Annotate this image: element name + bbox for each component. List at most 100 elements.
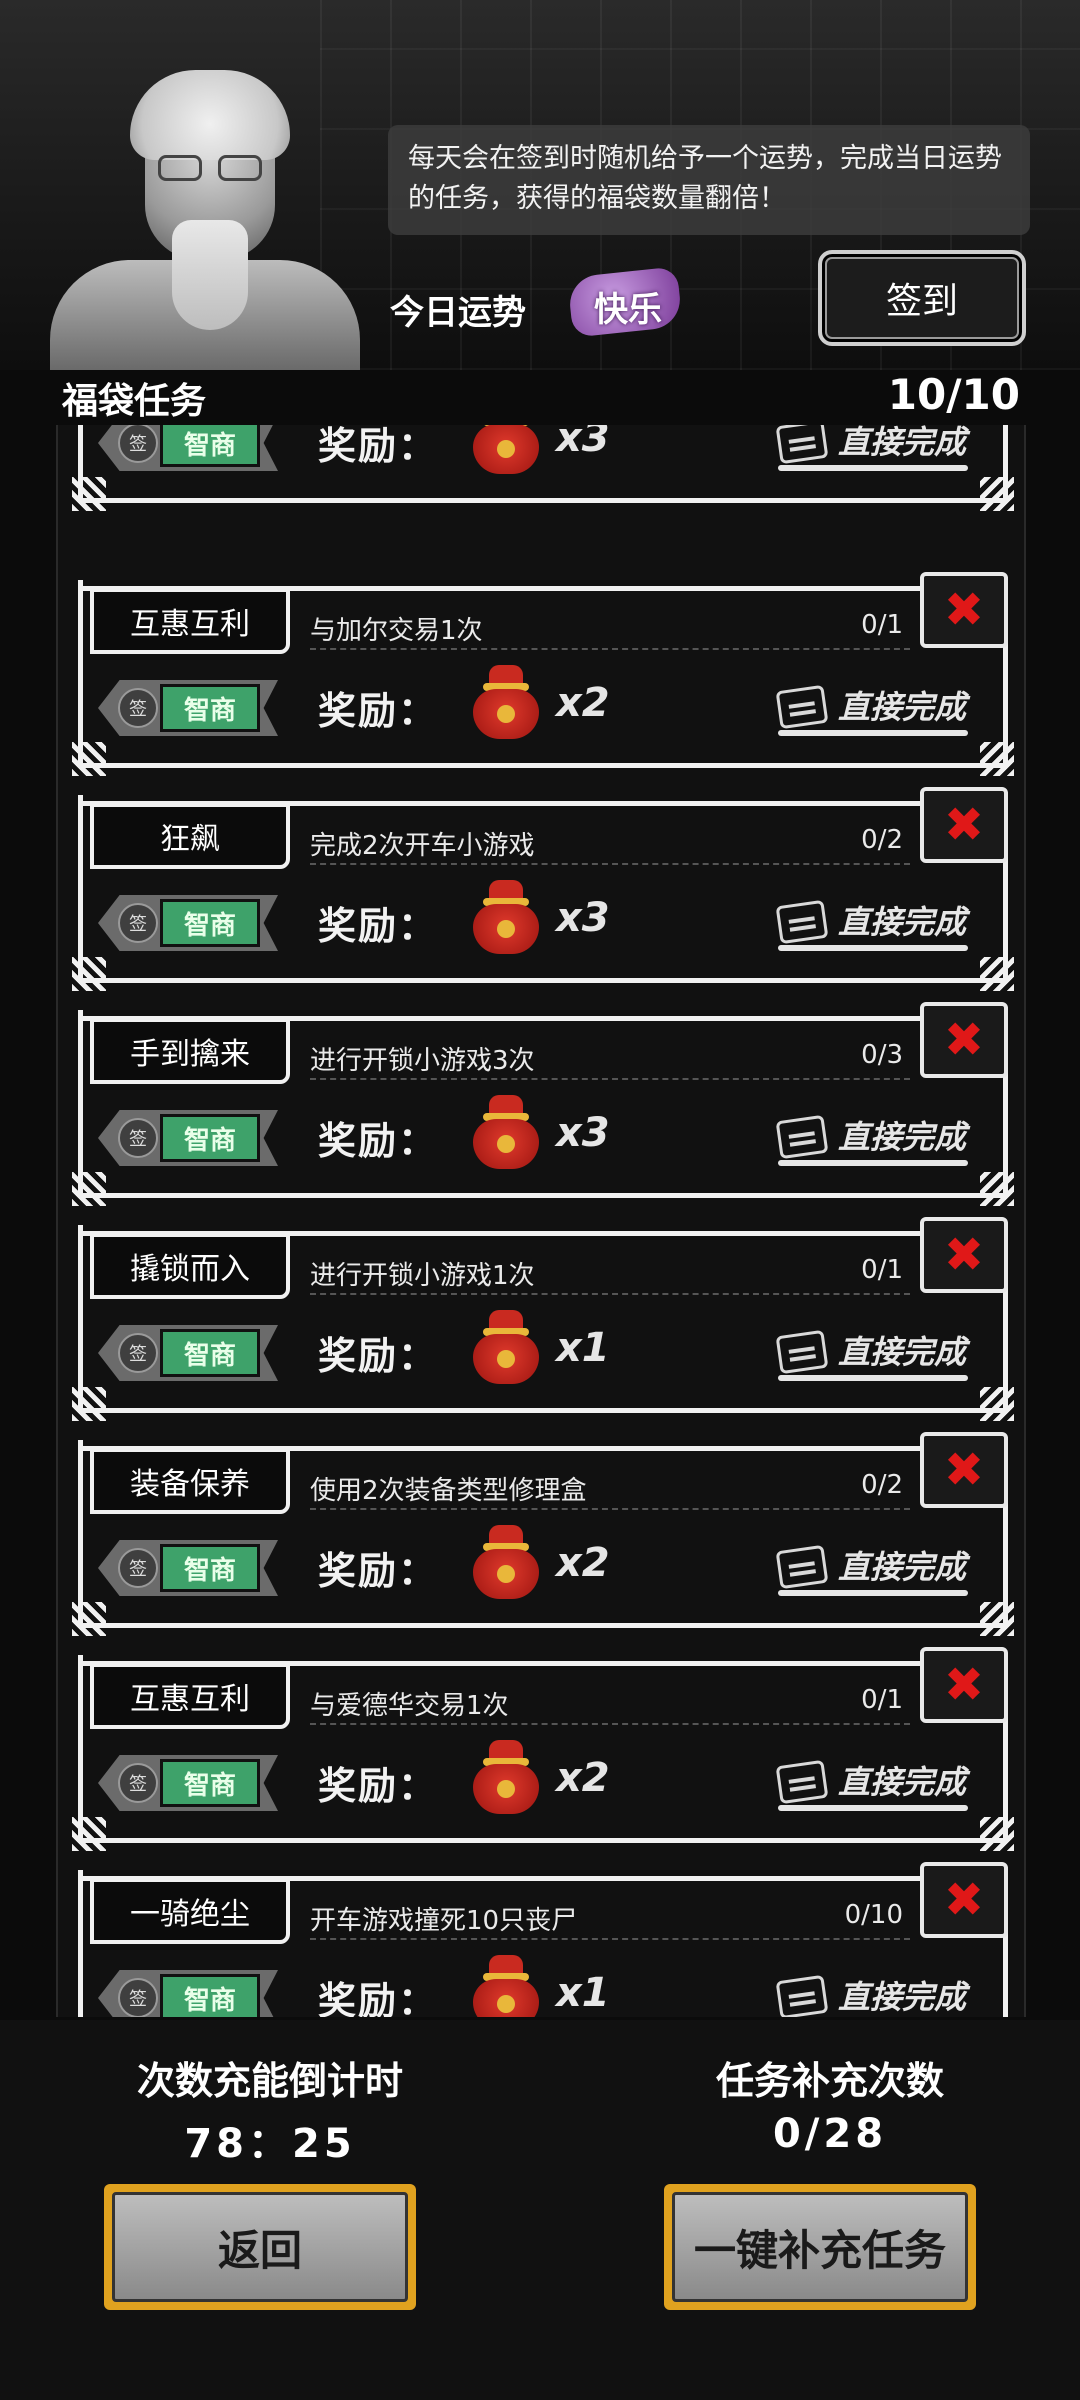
ticket-icon xyxy=(775,684,829,730)
task-progress: 0/1 xyxy=(861,1685,903,1715)
close-icon: ✖ xyxy=(943,1872,985,1928)
task-progress: 0/2 xyxy=(861,825,903,855)
skill-badge: 签 智商 xyxy=(98,425,288,475)
task-name: 撬锁而入 xyxy=(90,1233,290,1299)
complete-now-button[interactable]: 直接完成 xyxy=(775,1325,968,1385)
task-progress: 0/3 xyxy=(861,1040,903,1070)
skill-badge: 签 智商 xyxy=(98,1964,288,2017)
remove-task-button[interactable]: ✖ xyxy=(920,1217,1008,1293)
task-name: 手到擒来 xyxy=(90,1018,290,1084)
reward-multiplier: x1 xyxy=(556,1970,610,2016)
reward-label: 奖励： xyxy=(318,1979,439,2017)
reward-multiplier: x1 xyxy=(556,1325,610,1371)
task-name: 互惠互利 xyxy=(90,1663,290,1729)
task-description: 完成2次开车小游戏 xyxy=(310,825,910,865)
task-name: 互惠互利 xyxy=(90,588,290,654)
reward-multiplier: x2 xyxy=(556,1540,610,1586)
recharge-value: 78：25 xyxy=(184,2121,356,2167)
fortune-header: 每天会在签到时随机给予一个运势，完成当日运势的任务，获得的福袋数量翻倍！ 今日运… xyxy=(0,0,1080,370)
intro-text: 每天会在签到时随机给予一个运势，完成当日运势的任务，获得的福袋数量翻倍！ xyxy=(388,125,1030,235)
complete-now-button[interactable]: 直接完成 xyxy=(775,680,968,740)
complete-now-button[interactable]: 直接完成 xyxy=(775,1755,968,1815)
recharge-countdown: 次数充能倒计时 78：25 xyxy=(100,2050,440,2169)
task-card: 互惠互利 与加尔交易1次 0/1 ✖ 签 智商 奖励： x2 直接完成 xyxy=(72,572,1014,776)
ticket-icon xyxy=(775,1114,829,1160)
lucky-bag-icon xyxy=(473,1095,539,1169)
skill-badge: 签 智商 xyxy=(98,674,288,740)
section-title: 福袋任务 xyxy=(62,381,207,422)
lucky-bag-icon xyxy=(473,1740,539,1814)
close-icon: ✖ xyxy=(943,1657,985,1713)
complete-now-button[interactable]: 直接完成 xyxy=(775,1110,968,1170)
task-name: 一骑绝尘 xyxy=(90,1878,290,1944)
remove-task-button[interactable]: ✖ xyxy=(920,1647,1008,1723)
reward-multiplier: x3 xyxy=(556,1110,610,1156)
task-card: 手到擒来 进行开锁小游戏3次 0/3 ✖ 签 智商 奖励： x3 直接完成 xyxy=(72,1002,1014,1206)
reward-multiplier: x3 xyxy=(556,425,610,461)
signin-button[interactable]: 签到 xyxy=(818,250,1026,346)
refill-count: 任务补充次数 0/28 xyxy=(660,2050,1000,2157)
ticket-icon xyxy=(775,899,829,945)
remove-task-button[interactable]: ✖ xyxy=(920,1862,1008,1938)
task-progress: 0/1 xyxy=(861,1255,903,1285)
reward-multiplier: x2 xyxy=(556,680,610,726)
refill-tasks-button[interactable]: 一键补充任务 xyxy=(664,2184,976,2310)
task-progress: 0/1 xyxy=(861,610,903,640)
ticket-icon xyxy=(775,1544,829,1590)
skill-badge: 签 智商 xyxy=(98,1319,288,1385)
skill-badge: 签 智商 xyxy=(98,1749,288,1815)
task-card: 一骑绝尘 开车游戏撞死10只丧尸 0/10 ✖ 签 智商 奖励： x1 直接完成 xyxy=(78,1862,1008,2017)
task-card: 互惠互利 与爱德华交易1次 0/1 ✖ 签 智商 奖励： x2 直接完成 xyxy=(72,1647,1014,1851)
task-description: 开车游戏撞死10只丧尸 xyxy=(310,1900,910,1940)
lucky-bag-icon xyxy=(473,1525,539,1599)
remove-task-button[interactable]: ✖ xyxy=(920,1432,1008,1508)
close-icon: ✖ xyxy=(943,1442,985,1498)
complete-now-button[interactable]: 直接完成 xyxy=(775,1970,968,2017)
task-description: 与爱德华交易1次 xyxy=(310,1685,910,1725)
reward-label: 奖励： xyxy=(318,1334,439,1378)
remove-task-button[interactable]: ✖ xyxy=(920,572,1008,648)
elder-portrait xyxy=(50,70,360,370)
lucky-bag-icon xyxy=(473,880,539,954)
reward-label: 奖励： xyxy=(318,689,439,733)
fortune-value-badge: 快乐 xyxy=(567,266,683,338)
reward-multiplier: x2 xyxy=(556,1755,610,1801)
remove-task-button[interactable]: ✖ xyxy=(920,787,1008,863)
close-icon: ✖ xyxy=(943,582,985,638)
task-name: 装备保养 xyxy=(90,1448,290,1514)
ticket-icon xyxy=(775,1759,829,1805)
task-card: 签 智商 奖励： x3 直接完成 xyxy=(72,425,1014,511)
task-card: 装备保养 使用2次装备类型修理盒 0/2 ✖ 签 智商 奖励： x2 直接完成 xyxy=(72,1432,1014,1636)
task-count: 10/10 xyxy=(887,370,1020,419)
skill-badge: 签 智商 xyxy=(98,1534,288,1600)
reward-label: 奖励： xyxy=(318,1119,439,1163)
close-icon: ✖ xyxy=(943,1227,985,1283)
reward-label: 奖励： xyxy=(318,425,439,468)
reward-multiplier: x3 xyxy=(556,895,610,941)
refill-title: 任务补充次数 xyxy=(715,2059,944,2103)
close-icon: ✖ xyxy=(943,797,985,853)
task-list[interactable]: 签 智商 奖励： x3 直接完成 互惠互利 与加尔交易1次 0/1 ✖ 签 智商… xyxy=(56,425,1026,2017)
task-description: 进行开锁小游戏1次 xyxy=(310,1255,910,1295)
skill-badge: 签 智商 xyxy=(98,889,288,955)
remove-task-button[interactable]: ✖ xyxy=(920,1002,1008,1078)
complete-now-button[interactable]: 直接完成 xyxy=(775,1540,968,1600)
back-button[interactable]: 返回 xyxy=(104,2184,416,2310)
task-card: 狂飙 完成2次开车小游戏 0/2 ✖ 签 智商 奖励： x3 直接完成 xyxy=(72,787,1014,991)
fortune-label: 今日运势 xyxy=(390,293,526,333)
close-icon: ✖ xyxy=(943,1012,985,1068)
lucky-bag-icon xyxy=(473,1310,539,1384)
task-progress: 0/2 xyxy=(861,1470,903,1500)
task-progress: 0/10 xyxy=(844,1900,903,1930)
complete-now-button[interactable]: 直接完成 xyxy=(775,895,968,955)
fortune-value: 快乐 xyxy=(594,290,662,330)
ticket-icon xyxy=(775,1974,829,2017)
lucky-bag-icon xyxy=(473,1955,539,2017)
reward-label: 奖励： xyxy=(318,1764,439,1808)
lucky-bag-icon xyxy=(473,665,539,739)
lucky-bag-icon xyxy=(473,425,539,474)
complete-now-button[interactable]: 直接完成 xyxy=(775,425,968,475)
ticket-icon xyxy=(775,425,829,465)
reward-label: 奖励： xyxy=(318,904,439,948)
reward-label: 奖励： xyxy=(318,1549,439,1593)
